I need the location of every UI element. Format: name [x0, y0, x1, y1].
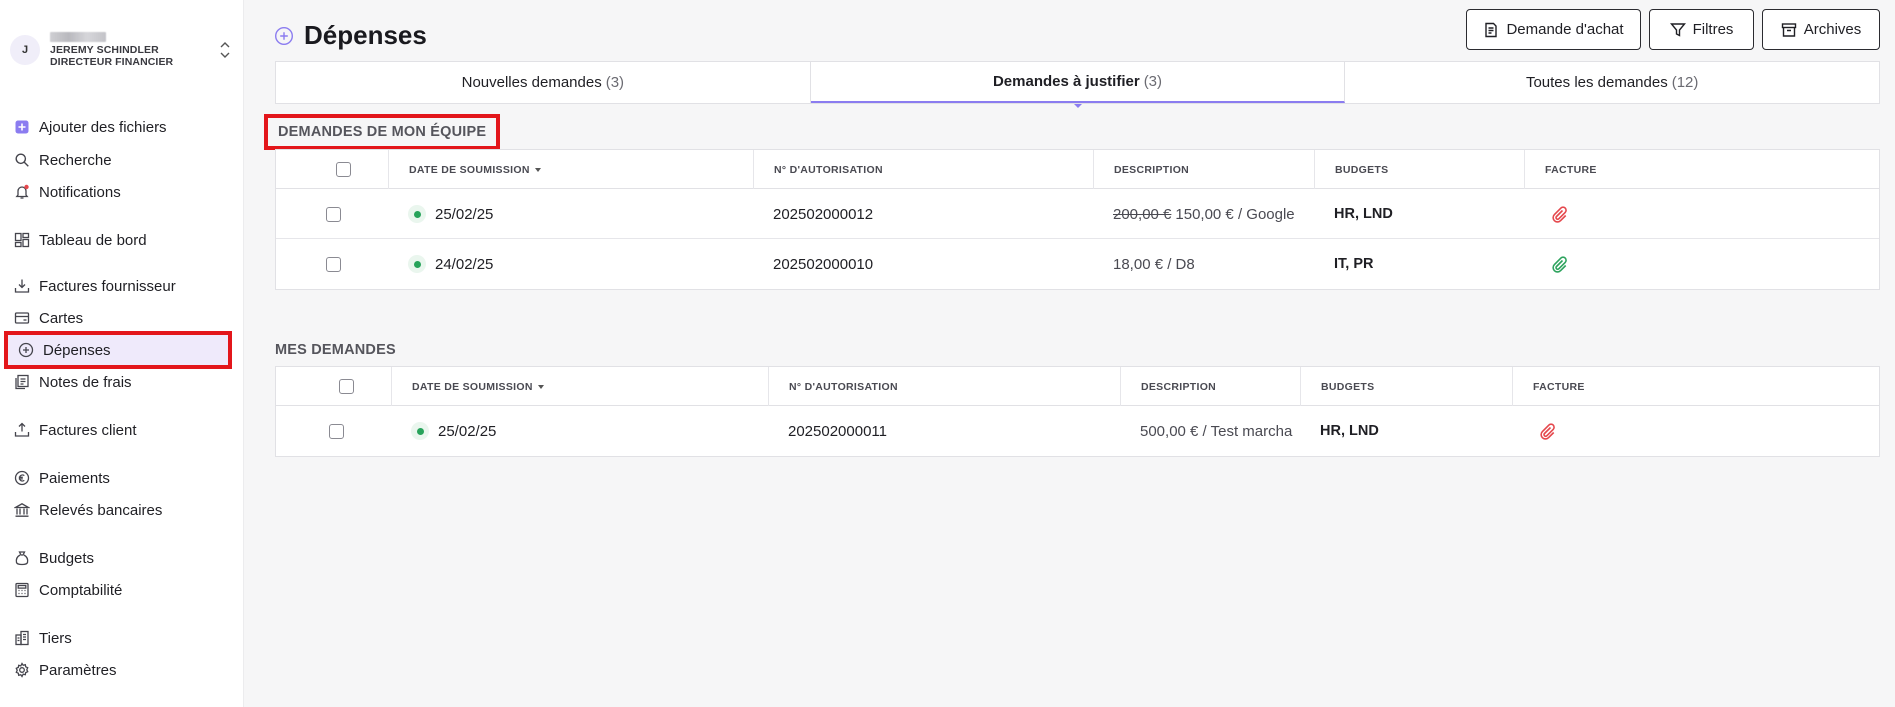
- euro-icon: [14, 470, 30, 486]
- my-requests-table: DATE DE SOUMISSION N° D'AUTORISATION DES…: [275, 366, 1880, 457]
- sidebar-item-budgets[interactable]: Budgets: [14, 544, 224, 572]
- sidebar-item-expenses[interactable]: Dépenses: [4, 331, 232, 369]
- table-header: DATE DE SOUMISSION N° D'AUTORISATION DES…: [276, 367, 1879, 406]
- column-header-authorization: N° D'AUTORISATION: [768, 367, 898, 406]
- sidebar-item-cards[interactable]: Cartes: [14, 304, 224, 332]
- select-all-checkbox[interactable]: [336, 162, 351, 177]
- calculator-icon: [14, 582, 30, 598]
- submission-date: 25/02/25: [438, 422, 497, 440]
- sidebar-item-expense-reports[interactable]: Notes de frais: [14, 368, 224, 396]
- sidebar-item-add-files[interactable]: Ajouter des fichiers: [14, 113, 224, 141]
- column-header-budgets: BUDGETS: [1314, 150, 1388, 189]
- sidebar-item-accounting[interactable]: Comptabilité: [14, 576, 224, 604]
- status-dot: [408, 255, 426, 273]
- authorization-number: 202502000012: [773, 205, 874, 223]
- sidebar-item-bank-statements[interactable]: Relevés bancaires: [14, 496, 224, 524]
- user-switcher[interactable]: J JEREMY SCHINDLER DIRECTEUR FINANCIER: [10, 30, 232, 70]
- table-row[interactable]: 25/02/25 202502000011 500,00 € / Test ma…: [276, 406, 1879, 456]
- column-header-description: DESCRIPTION: [1120, 367, 1216, 406]
- add-file-icon: [14, 119, 30, 135]
- column-header-date[interactable]: DATE DE SOUMISSION: [388, 150, 541, 189]
- receipt-icon: [14, 374, 30, 390]
- table-header: DATE DE SOUMISSION N° D'AUTORISATION DES…: [276, 150, 1879, 189]
- section-title-my-requests: MES DEMANDES: [275, 342, 396, 358]
- blurred-username: [50, 32, 106, 42]
- paperclip-icon[interactable]: [1550, 239, 1568, 289]
- tab-all-requests[interactable]: Toutes les demandes (12): [1345, 62, 1879, 103]
- paperclip-icon[interactable]: [1550, 189, 1568, 239]
- row-checkbox[interactable]: [329, 423, 344, 439]
- tab-requests-to-justify[interactable]: Demandes à justifier (3): [810, 62, 1346, 108]
- column-header-authorization: N° D'AUTORISATION: [753, 150, 883, 189]
- authorization-number: 202502000011: [788, 422, 887, 440]
- description: 18,00 € / D8: [1113, 255, 1195, 273]
- description: 200,00 €150,00 € / Google: [1113, 205, 1295, 223]
- budgets: IT, PR: [1334, 256, 1374, 272]
- submission-date: 24/02/25: [435, 255, 494, 273]
- sidebar-item-notifications[interactable]: Notifications: [14, 178, 224, 206]
- table-row[interactable]: 24/02/25 202502000010 18,00 € / D8 IT, P…: [276, 239, 1879, 289]
- chevron-up-down-icon[interactable]: [218, 38, 232, 62]
- sidebar-item-client-invoices[interactable]: Factures client: [14, 416, 224, 444]
- sidebar-item-dashboard[interactable]: Tableau de bord: [14, 226, 224, 254]
- upload-tray-icon: [14, 422, 30, 438]
- card-icon: [14, 310, 30, 326]
- sort-desc-icon: [534, 167, 541, 172]
- status-dot: [411, 422, 429, 440]
- user-role: DIRECTEUR FINANCIER: [50, 56, 174, 68]
- avatar: J: [10, 35, 40, 65]
- buildings-icon: [14, 630, 30, 646]
- main-content: Dépenses Demande d'achat Filtres Archive…: [244, 0, 1895, 707]
- archives-button[interactable]: Archives: [1762, 9, 1880, 50]
- gear-icon: [14, 662, 30, 678]
- filters-button[interactable]: Filtres: [1649, 9, 1754, 50]
- page-title: Dépenses: [304, 20, 427, 50]
- sidebar-item-payments[interactable]: Paiements: [14, 464, 224, 492]
- row-checkbox[interactable]: [326, 256, 341, 272]
- select-all-checkbox[interactable]: [339, 379, 354, 394]
- budgets: HR, LND: [1320, 423, 1379, 439]
- column-header-invoice: FACTURE: [1524, 150, 1597, 189]
- tabs: Nouvelles demandes (3) Demandes à justifi…: [275, 61, 1880, 108]
- purchase-request-button[interactable]: Demande d'achat: [1466, 9, 1641, 50]
- active-tab-indicator: [1073, 104, 1082, 108]
- purchase-doc-icon: [1483, 22, 1499, 38]
- sort-desc-icon: [537, 384, 544, 389]
- plus-circle-icon: [274, 26, 294, 46]
- status-dot: [408, 205, 426, 223]
- sidebar-item-search[interactable]: Recherche: [14, 146, 224, 174]
- sidebar-item-settings[interactable]: Paramètres: [14, 656, 224, 684]
- user-name: JEREMY SCHINDLER: [50, 44, 159, 56]
- column-header-budgets: BUDGETS: [1300, 367, 1374, 406]
- submission-date: 25/02/25: [435, 205, 494, 223]
- sidebar: J JEREMY SCHINDLER DIRECTEUR FINANCIER A…: [0, 0, 244, 707]
- money-bag-icon: [14, 550, 30, 566]
- row-checkbox[interactable]: [326, 206, 341, 222]
- tab-new-requests[interactable]: Nouvelles demandes (3): [276, 62, 811, 103]
- dashboard-icon: [14, 232, 30, 248]
- section-title-team-requests: DEMANDES DE MON ÉQUIPE: [264, 114, 501, 150]
- plus-circle-icon: [18, 342, 34, 358]
- authorization-number: 202502000010: [773, 255, 874, 273]
- original-amount: 200,00 €: [1113, 205, 1172, 223]
- search-icon: [14, 152, 30, 168]
- download-tray-icon: [14, 278, 30, 294]
- paperclip-icon[interactable]: [1538, 406, 1556, 456]
- bell-icon: [14, 184, 30, 200]
- archive-box-icon: [1781, 22, 1797, 38]
- budgets: HR, LND: [1334, 206, 1393, 222]
- sidebar-item-supplier-invoices[interactable]: Factures fournisseur: [14, 272, 224, 300]
- bank-icon: [14, 502, 30, 518]
- filter-icon: [1669, 22, 1686, 38]
- column-header-invoice: FACTURE: [1512, 367, 1585, 406]
- table-row[interactable]: 25/02/25 202502000012 200,00 €150,00 € /…: [276, 189, 1879, 239]
- team-requests-table: DATE DE SOUMISSION N° D'AUTORISATION DES…: [275, 149, 1880, 290]
- column-header-description: DESCRIPTION: [1093, 150, 1189, 189]
- column-header-date[interactable]: DATE DE SOUMISSION: [391, 367, 544, 406]
- sidebar-item-third-parties[interactable]: Tiers: [14, 624, 224, 652]
- description: 500,00 € / Test marcha: [1140, 422, 1293, 440]
- page-header: Dépenses: [274, 20, 427, 51]
